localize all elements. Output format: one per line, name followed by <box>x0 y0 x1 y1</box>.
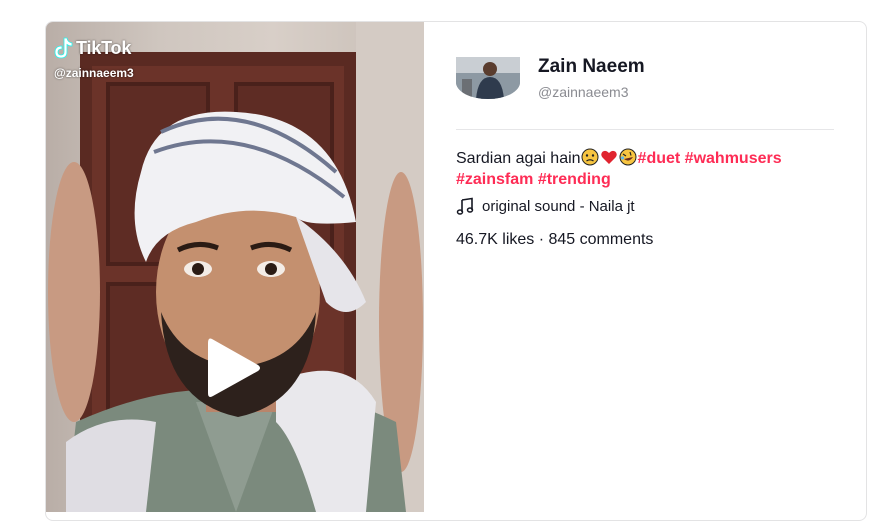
play-icon[interactable] <box>204 333 264 403</box>
music-note-icon <box>456 197 474 215</box>
video-caption: Sardian agai hain #duet #wahmusers #zains… <box>456 148 826 190</box>
sad-face-emoji-icon <box>581 148 599 166</box>
sound-label[interactable]: original sound - Naila jt <box>482 198 635 215</box>
rolling-laughing-emoji-icon <box>619 148 637 166</box>
red-heart-emoji-icon <box>600 150 617 164</box>
engagement-stats: 46.7K likes · 845 comments <box>456 231 654 248</box>
avatar[interactable] <box>456 57 520 99</box>
author-name[interactable]: Zain Naeem <box>538 56 645 78</box>
hashtag-wahmusers[interactable]: #wahmusers <box>685 150 782 167</box>
tiktok-watermark-brand: TikTok <box>76 37 132 58</box>
hashtag-zainsfam[interactable]: #zainsfam <box>456 171 533 188</box>
video-frame-image <box>48 22 424 512</box>
sound-link[interactable]: original sound - Naila jt <box>456 197 635 215</box>
divider <box>456 129 834 130</box>
post-info-panel: Zain Naeem @zainnaeem3 Sardian agai hain… <box>456 22 836 512</box>
tiktok-logo-icon <box>54 37 73 59</box>
hashtag-trending[interactable]: #trending <box>538 171 611 188</box>
caption-text: Sardian agai hain <box>456 150 581 167</box>
tiktok-watermark: TikTok @zainnaeem3 <box>52 36 134 81</box>
hashtag-duet[interactable]: #duet <box>638 150 681 167</box>
tiktok-embed-card: TikTok @zainnaeem3 Zain Naeem @zainnaeem… <box>45 21 867 521</box>
author-handle[interactable]: @zainnaeem3 <box>538 84 645 100</box>
video-player[interactable]: TikTok @zainnaeem3 <box>46 22 424 512</box>
author-block[interactable]: Zain Naeem @zainnaeem3 <box>456 56 645 100</box>
avatar-image <box>456 57 520 99</box>
tiktok-watermark-handle: @zainnaeem3 <box>54 66 134 80</box>
